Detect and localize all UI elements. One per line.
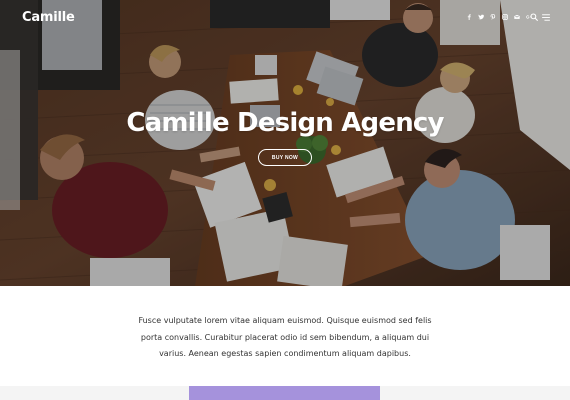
- twitter-icon[interactable]: [478, 14, 484, 20]
- purple-feature-block: [189, 386, 380, 400]
- mail-icon[interactable]: [514, 14, 520, 20]
- instagram-icon[interactable]: [502, 14, 508, 20]
- site-logo[interactable]: Camille: [22, 10, 75, 25]
- social-icons: [466, 14, 532, 20]
- pinterest-icon[interactable]: [490, 14, 496, 20]
- menu-icon[interactable]: [542, 14, 550, 21]
- search-icon[interactable]: [530, 13, 538, 21]
- hero-title: Camille Design Agency: [126, 108, 444, 138]
- hero-section: Camille Camille Design Agency BUY NOW: [0, 0, 570, 286]
- intro-section: Fusce vulputate lorem vitae aliquam euis…: [0, 286, 570, 386]
- hero-overlay: [0, 0, 570, 286]
- page: Camille Camille Design Agency BUY NOW Fu…: [0, 0, 570, 400]
- intro-paragraph: Fusce vulputate lorem vitae aliquam euis…: [138, 316, 432, 358]
- site-header: Camille: [0, 0, 570, 38]
- hero-cta-button[interactable]: BUY NOW: [258, 149, 312, 166]
- facebook-icon[interactable]: [466, 14, 472, 20]
